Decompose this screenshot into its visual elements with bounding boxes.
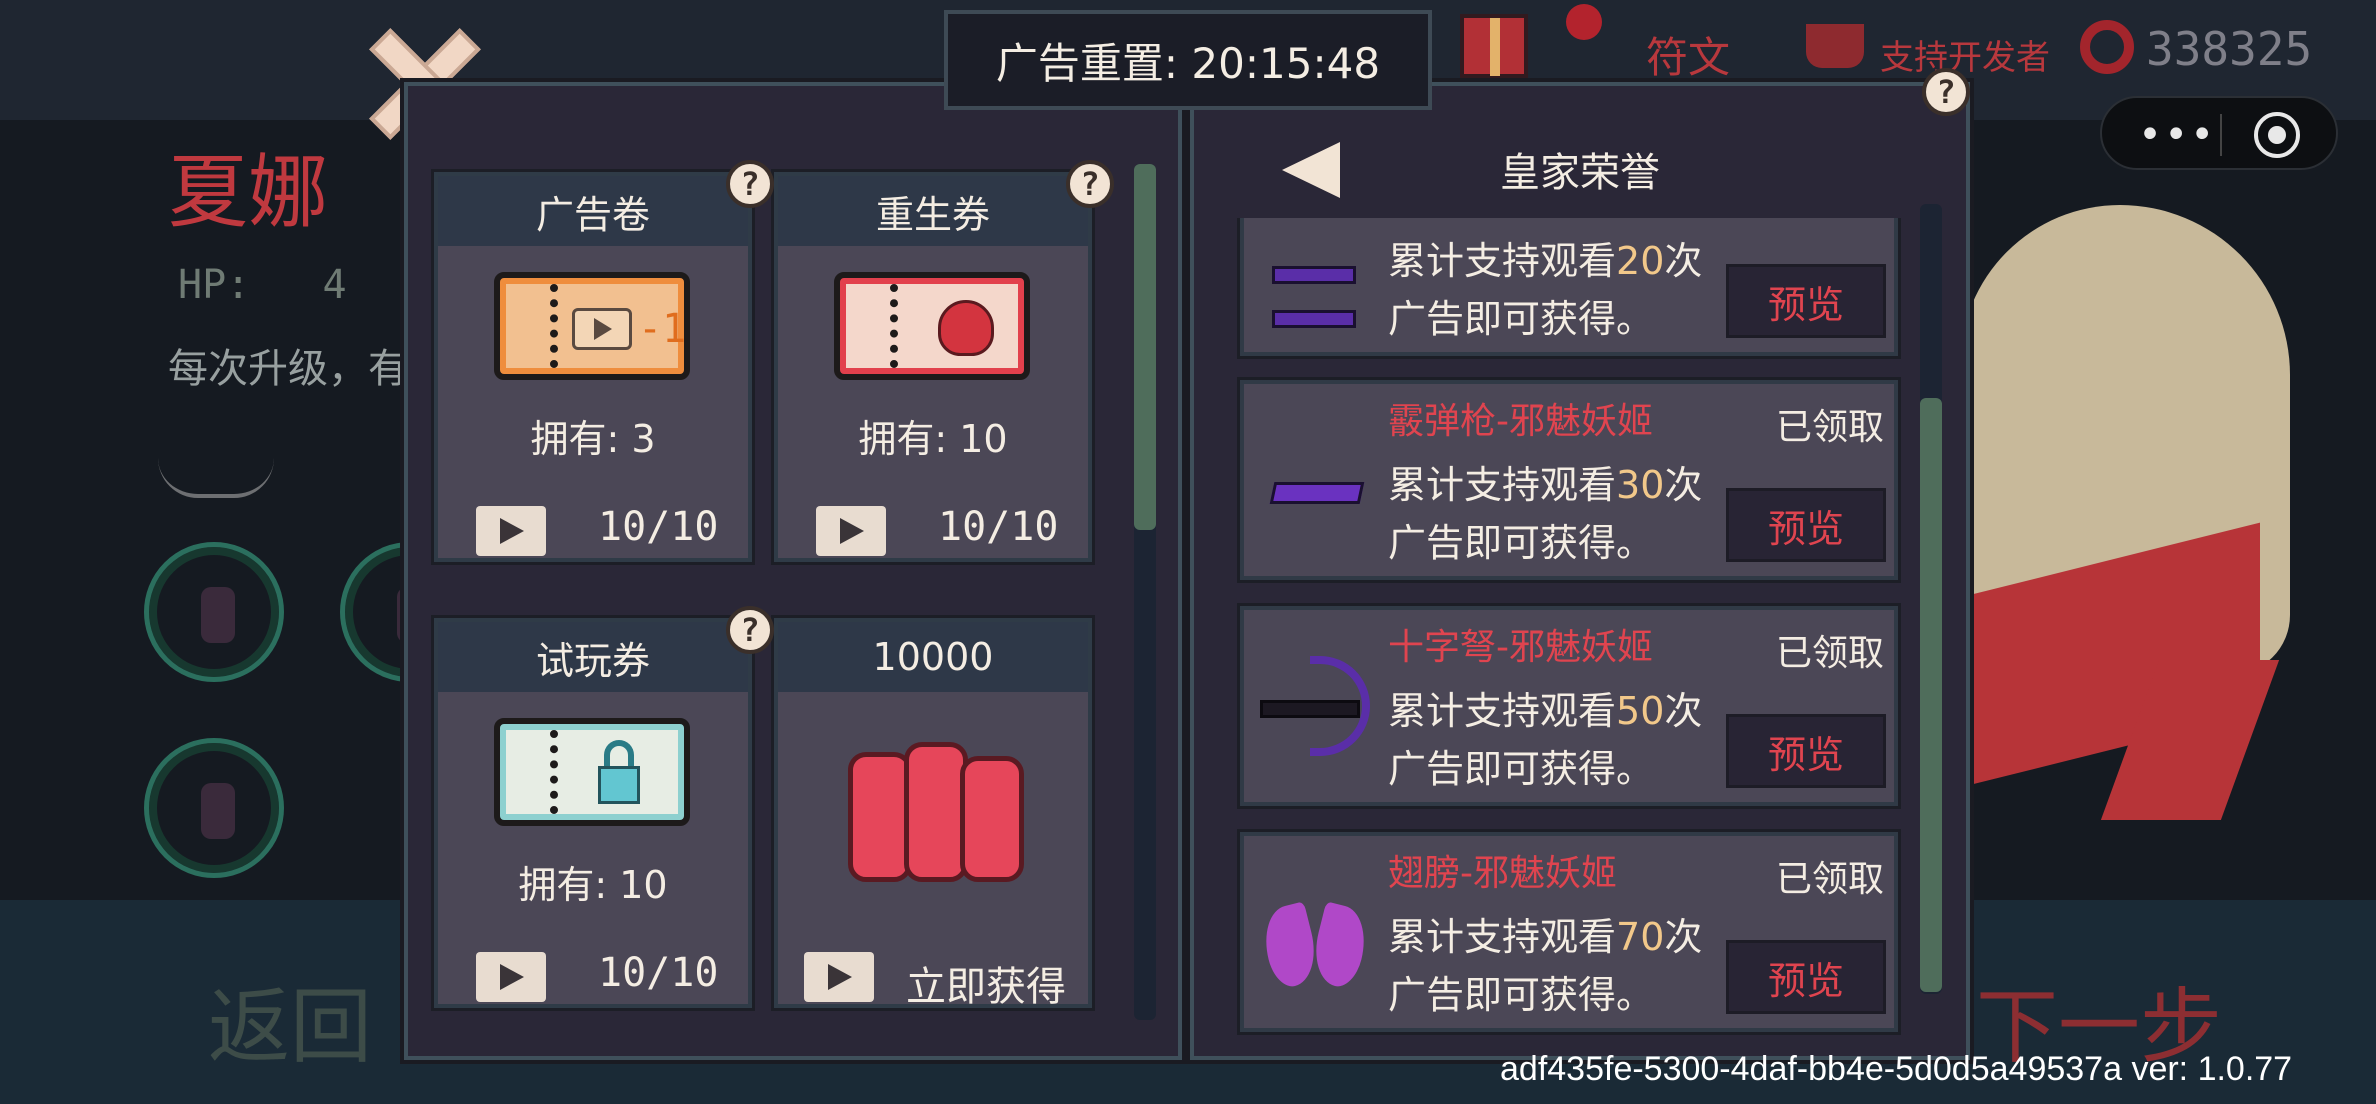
- notification-dot: [1566, 4, 1602, 40]
- rune-button[interactable]: 符文: [1646, 24, 1730, 85]
- coins-stack-icon: [848, 742, 1024, 892]
- panel-title: 皇家荣誉: [1500, 150, 1660, 196]
- character-description: 每次升级，有: [168, 346, 408, 392]
- get-now-button[interactable]: 立即获得: [906, 954, 1066, 1012]
- card-title: 广告卷: [438, 176, 748, 246]
- reward-item: 累计支持观看20次 广告即可获得。 预览: [1240, 218, 1898, 356]
- version-label: adf435fe-5300-4daf-bb4e-5d0d5a49537a ver…: [1500, 1050, 2293, 1088]
- trial-ticket-card: 试玩券 拥有: 10 10/10: [434, 618, 752, 1008]
- watch-ad-play-icon[interactable]: [476, 506, 546, 556]
- reward-item: 霰弹枪-邪魅妖姬 已领取 累计支持观看30次 广告即可获得。 预览: [1240, 380, 1898, 580]
- watch-ad-play-icon[interactable]: [804, 952, 874, 1002]
- ad-quota: 10/10: [938, 504, 1059, 550]
- right-scrollbar-thumb[interactable]: [1920, 398, 1942, 992]
- preview-button[interactable]: 预览: [1726, 264, 1886, 338]
- character-name: 夏娜: [168, 146, 328, 239]
- owned-count: 拥有: 10: [858, 417, 1008, 461]
- owned-count: 拥有: 3: [530, 417, 656, 461]
- ad-ticket-icon: -1: [494, 272, 690, 380]
- watch-ad-play-icon[interactable]: [816, 506, 886, 556]
- watch-ad-play-icon[interactable]: [476, 952, 546, 1002]
- claimed-status: 已领取: [1775, 859, 1884, 900]
- more-options-icon[interactable]: •••: [2138, 112, 2216, 158]
- reward-item: 十字弩-邪魅妖姬 已领取 累计支持观看50次 广告即可获得。 预览: [1240, 606, 1898, 806]
- owned-count: 拥有: 10: [518, 863, 668, 907]
- preview-button[interactable]: 预览: [1726, 940, 1886, 1014]
- coffee-cup-icon[interactable]: [1806, 24, 1864, 68]
- card-title: 试玩券: [438, 622, 748, 692]
- help-icon[interactable]: ?: [1066, 160, 1114, 208]
- wings-icon: [1257, 896, 1373, 1006]
- background-scene: 夏娜 HP: 4 每次升级，有 返回 下一步: [0, 0, 2376, 1104]
- claimed-status: 已领取: [1775, 407, 1884, 448]
- reward-item: 翅膀-邪魅妖姬 已领取 累计支持观看70次 广告即可获得。 预览: [1240, 832, 1898, 1032]
- support-developer-button[interactable]: 支持开发者: [1880, 30, 2050, 79]
- ad-reset-timer: 广告重置: 20:15:48: [944, 10, 1432, 110]
- ad-ticket-card: 广告卷 -1 拥有: 3 10/10: [434, 172, 752, 562]
- preview-button[interactable]: 预览: [1726, 488, 1886, 562]
- card-title: 10000: [778, 622, 1088, 692]
- left-scrollbar[interactable]: [1134, 164, 1156, 1020]
- ad-quota: 10/10: [598, 504, 719, 550]
- crossbow-icon: [1260, 656, 1370, 780]
- currency-icon: [2080, 20, 2134, 74]
- claimed-status: 已领取: [1775, 633, 1884, 674]
- hp-stat: HP: 4: [178, 262, 347, 308]
- back-button[interactable]: 返回: [208, 960, 372, 1079]
- exit-target-icon[interactable]: [2254, 112, 2300, 158]
- reward-name: 霰弹枪-邪魅妖姬: [1388, 401, 1653, 442]
- skill-slot[interactable]: [144, 542, 284, 682]
- skill-slot[interactable]: [144, 738, 284, 878]
- pistol-icon: [1260, 220, 1370, 330]
- coin-reward-card: 10000 立即获得: [774, 618, 1092, 1010]
- back-arrow-icon[interactable]: [1282, 142, 1340, 198]
- reward-name: 十字弩-邪魅妖姬: [1388, 627, 1653, 668]
- miniprogram-capsule: •••: [2100, 96, 2338, 170]
- gift-icon[interactable]: [1460, 14, 1528, 78]
- shotgun-icon: [1260, 444, 1370, 554]
- preview-button[interactable]: 预览: [1726, 714, 1886, 788]
- help-icon[interactable]: ?: [726, 160, 774, 208]
- lock-ticket-icon: [494, 718, 690, 826]
- ad-quota: 10/10: [598, 950, 719, 996]
- revive-ticket-card: 重生券 拥有: 10 10/10: [774, 172, 1092, 562]
- reward-list: 累计支持观看20次 广告即可获得。 预览 霰弹枪-邪魅妖姬 已领取 累计支持观看…: [1236, 218, 1902, 1038]
- heart-ticket-icon: [834, 272, 1030, 380]
- right-scrollbar[interactable]: [1920, 204, 1942, 994]
- help-icon[interactable]: ?: [1922, 68, 1970, 116]
- left-scrollbar-thumb[interactable]: [1134, 164, 1156, 530]
- card-title: 重生券: [778, 176, 1088, 246]
- reward-name: 翅膀-邪魅妖姬: [1388, 853, 1617, 894]
- coin-count: 338325: [2146, 22, 2313, 76]
- help-icon[interactable]: ?: [726, 606, 774, 654]
